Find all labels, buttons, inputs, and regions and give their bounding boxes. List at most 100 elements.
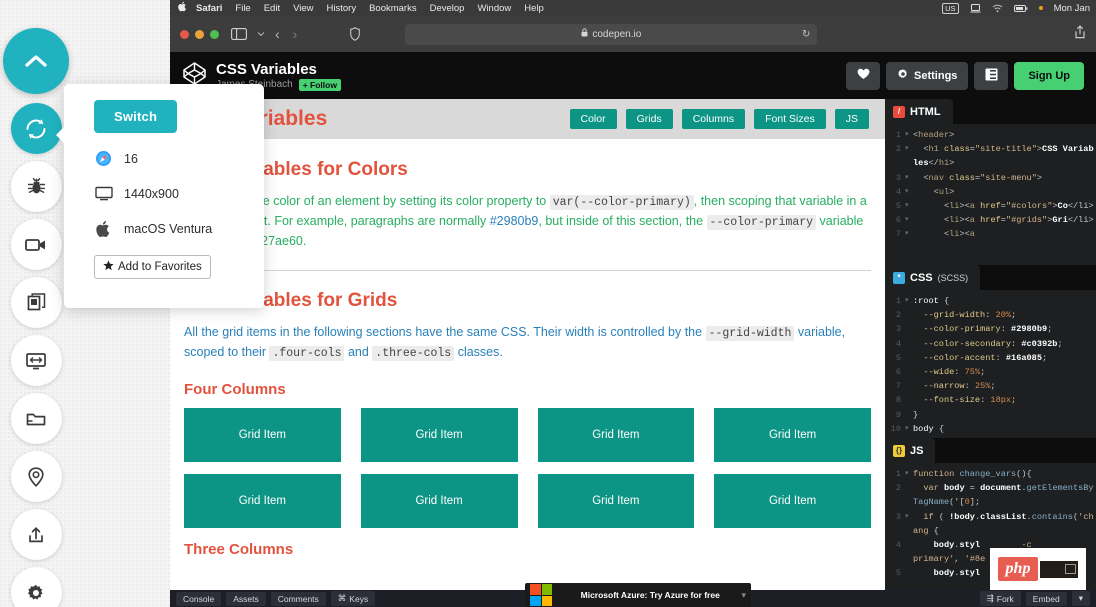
wifi-icon[interactable] (992, 4, 1003, 13)
input-source-indicator[interactable]: US (942, 2, 959, 14)
preview-scroll[interactable]: CSS Variables Color Grids Columns Font S… (170, 99, 885, 607)
browser-version-label: 16 (124, 151, 138, 166)
monitor-resize-icon (25, 351, 47, 371)
fold-marker[interactable] (905, 365, 913, 379)
code-token: --color-primary (706, 215, 817, 230)
tab-css[interactable]: * CSS (SCSS) (885, 265, 981, 290)
device-switch-popover: Switch 16 1440x900 macOS Ventura Add to … (56, 84, 264, 308)
fold-marker[interactable]: ▾ (905, 185, 913, 199)
fold-marker[interactable]: ▾ (905, 128, 913, 142)
apple-icon[interactable] (178, 1, 187, 15)
export-button[interactable]: ▾ (1071, 591, 1090, 606)
fold-marker[interactable]: ▾ (905, 199, 913, 213)
demo-nav-columns[interactable]: Columns (681, 109, 746, 129)
share-icon[interactable] (1074, 24, 1086, 44)
assets-button[interactable]: Assets (226, 591, 266, 606)
rail-button-record-video[interactable] (10, 219, 62, 270)
privacy-report-icon[interactable] (350, 27, 361, 41)
battery-icon[interactable] (1013, 4, 1028, 13)
comments-button[interactable]: Comments (270, 591, 326, 606)
grid-item: Grid Item (537, 474, 695, 528)
menu-item-history[interactable]: History (327, 3, 357, 14)
fold-marker[interactable] (905, 566, 913, 580)
rail-button-resize-screen[interactable] (10, 335, 62, 386)
four-columns-heading: Four Columns (184, 381, 286, 398)
fold-marker[interactable] (905, 481, 913, 509)
chevron-down-icon[interactable] (257, 31, 265, 37)
tab-html[interactable]: / HTML (885, 99, 953, 124)
fold-marker[interactable] (905, 308, 913, 322)
fold-marker[interactable]: ▾ (905, 142, 913, 170)
settings-button[interactable]: Settings (886, 61, 969, 90)
fork-button[interactable]: ⇶ Fork (979, 591, 1021, 606)
switch-button[interactable]: Switch (94, 100, 178, 133)
fold-marker[interactable]: ▾ (905, 227, 913, 241)
grid-item: Grid Item (714, 408, 871, 462)
code-editor-css[interactable]: 1 ▾:root {2 --grid-width: 20%; 3 --color-p… (885, 290, 1096, 438)
rail-button-geolocation[interactable] (10, 451, 62, 502)
minimize-window-button[interactable] (195, 29, 204, 39)
sign-up-button[interactable]: Sign Up (1014, 61, 1084, 90)
rail-button-file-manager[interactable] (10, 393, 62, 444)
chevron-right-icon[interactable]: › (293, 26, 298, 42)
demo-site-header: CSS Variables Color Grids Columns Font S… (170, 99, 885, 139)
close-window-button[interactable] (180, 29, 189, 39)
sidebar-toggle-icon[interactable] (231, 28, 247, 40)
advertisement-bar[interactable]: Microsoft Azure: Try Azure for free ▾ (525, 583, 751, 607)
add-to-favorites-button[interactable]: Add to Favorites (94, 255, 211, 279)
keys-button[interactable]: ⌘ Keys (330, 591, 376, 606)
menu-item-file[interactable]: File (235, 3, 250, 14)
layout-button[interactable] (974, 61, 1009, 90)
fold-marker[interactable] (905, 379, 913, 393)
rail-button-switch-device[interactable] (10, 103, 62, 154)
chevron-left-icon[interactable]: ‹ (275, 26, 280, 42)
line-number: 3 (895, 324, 901, 335)
fold-marker[interactable]: ▾ (905, 171, 913, 185)
tab-js[interactable]: {} JS (885, 438, 936, 463)
rail-button-screenshot[interactable] (10, 277, 62, 328)
fold-marker[interactable]: ▾ (905, 422, 913, 436)
fold-marker[interactable] (905, 322, 913, 336)
menu-item-window[interactable]: Window (477, 3, 511, 14)
fold-marker[interactable]: ▾ (905, 467, 913, 481)
fold-marker[interactable] (905, 552, 913, 566)
rail-button-settings[interactable] (10, 567, 62, 607)
fold-marker[interactable] (905, 538, 913, 552)
css-badge-icon: * (893, 271, 905, 284)
love-button[interactable] (846, 61, 881, 90)
menu-item-develop[interactable]: Develop (430, 3, 465, 14)
embed-button[interactable]: Embed (1025, 591, 1067, 606)
menu-item-help[interactable]: Help (524, 3, 544, 14)
fold-marker[interactable]: ▾ (905, 294, 913, 308)
fold-marker[interactable] (905, 408, 913, 422)
menu-item-bookmarks[interactable]: Bookmarks (369, 3, 417, 14)
code-text: <li><a href="#colors">Co</li> (943, 201, 1094, 212)
address-bar[interactable]: codepen.io ↻ (405, 23, 818, 45)
follow-button[interactable]: + Follow (298, 78, 341, 91)
demo-nav-js[interactable]: JS (834, 109, 869, 129)
chevron-down-icon[interactable]: ▾ (741, 590, 746, 601)
menu-item-view[interactable]: View (293, 3, 313, 14)
grid-item: Grid Item (537, 408, 695, 462)
fold-marker[interactable]: ▾ (905, 213, 913, 227)
rail-button-report-bug[interactable] (10, 161, 62, 212)
console-button[interactable]: Console (176, 591, 222, 606)
display-icon[interactable] (970, 3, 981, 13)
code-editor-html[interactable]: 1 ▾ <header> 2 ▾ <h1 class="site-title">CSS … (885, 124, 1096, 265)
reload-icon[interactable]: ↻ (802, 29, 810, 40)
demo-nav-font-sizes[interactable]: Font Sizes (754, 109, 826, 129)
rail-button-upload[interactable] (10, 509, 62, 560)
fold-marker[interactable]: ▾ (905, 510, 913, 538)
fold-marker[interactable] (905, 351, 913, 365)
code-text: --grid-width: 20%; (923, 310, 1017, 321)
menu-item-safari[interactable]: Safari (196, 3, 222, 14)
demo-nav-color[interactable]: Color (569, 109, 617, 129)
rail-button-collapse-up[interactable] (3, 28, 69, 94)
fold-marker[interactable] (905, 337, 913, 351)
fold-marker[interactable] (905, 393, 913, 407)
text-run: classes. (454, 345, 503, 359)
maximize-window-button[interactable] (210, 29, 219, 39)
menubar-clock[interactable]: Mon Jan (1054, 3, 1090, 14)
menu-item-edit[interactable]: Edit (264, 3, 280, 14)
demo-nav-grids[interactable]: Grids (625, 109, 673, 129)
